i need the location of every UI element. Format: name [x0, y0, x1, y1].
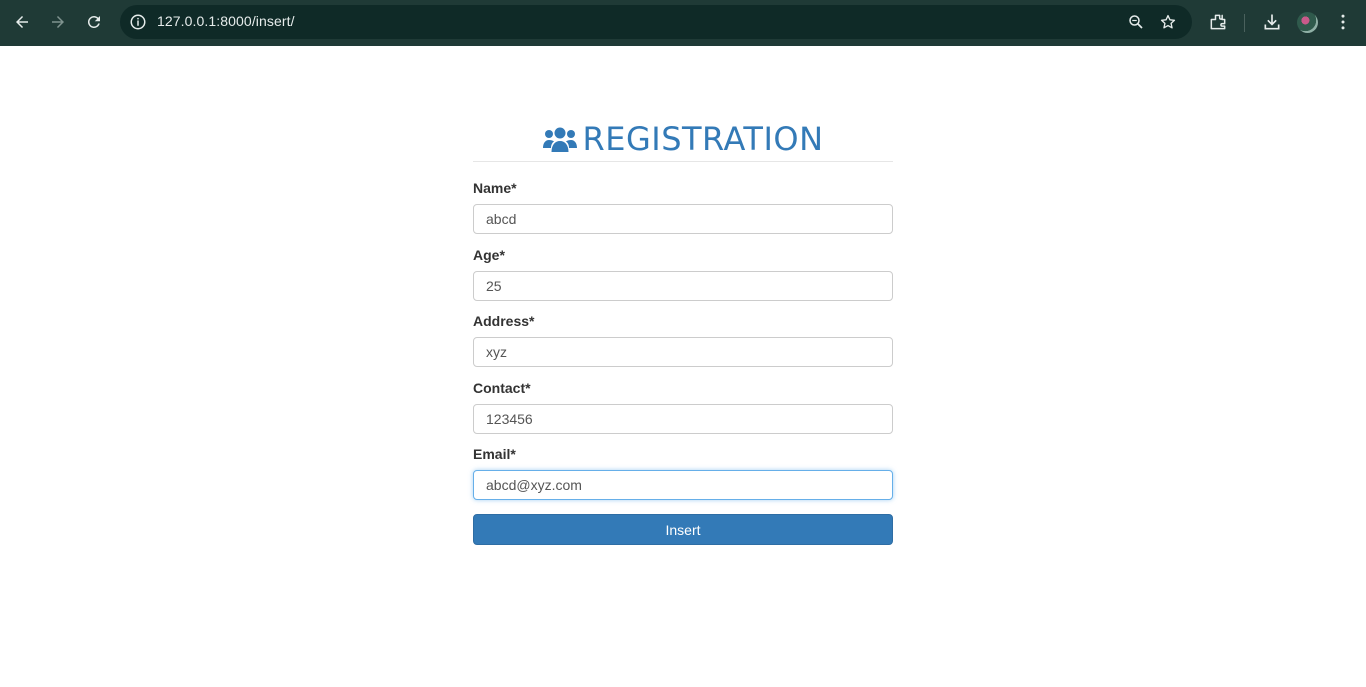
insert-button[interactable]: Insert: [473, 514, 893, 545]
contact-input[interactable]: [473, 404, 893, 434]
contact-label: Contact*: [473, 380, 531, 396]
reload-icon: [87, 15, 100, 28]
back-button[interactable]: [7, 7, 37, 37]
age-input[interactable]: [473, 271, 893, 301]
age-label: Age*: [473, 247, 505, 263]
email-input[interactable]: [473, 470, 893, 500]
menu-button[interactable]: [1333, 12, 1353, 32]
reload-button[interactable]: [79, 7, 109, 37]
name-group: Name*: [473, 180, 893, 234]
name-label: Name*: [473, 180, 517, 196]
zoom-icon[interactable]: [1127, 13, 1145, 31]
age-group: Age*: [473, 247, 893, 301]
download-icon: [1264, 14, 1280, 30]
address-input[interactable]: [473, 337, 893, 367]
form-heading: REGISTRATION: [473, 116, 893, 162]
address-bar[interactable]: 127.0.0.1:8000/insert/: [120, 5, 1192, 39]
extensions-button[interactable]: [1208, 12, 1228, 32]
downloads-button[interactable]: [1262, 12, 1282, 32]
kebab-menu-icon: [1341, 14, 1345, 30]
arrow-right-icon: [52, 16, 64, 28]
url-text: 127.0.0.1:8000/insert/: [157, 13, 295, 29]
page-title: REGISTRATION: [582, 119, 824, 158]
arrow-left-icon: [16, 16, 28, 28]
email-group: Email*: [473, 446, 893, 500]
name-input[interactable]: [473, 204, 893, 234]
toolbar-divider: [1244, 14, 1245, 32]
registration-form: REGISTRATION Name* Age* Address* Contact…: [473, 116, 893, 545]
users-icon: [542, 127, 577, 152]
site-info-icon[interactable]: [129, 13, 147, 31]
email-label: Email*: [473, 446, 516, 462]
contact-group: Contact*: [473, 380, 893, 434]
browser-toolbar: 127.0.0.1:8000/insert/: [0, 0, 1366, 46]
profile-avatar[interactable]: [1297, 12, 1318, 33]
address-label: Address*: [473, 313, 535, 329]
puzzle-icon: [1210, 14, 1226, 30]
forward-button[interactable]: [43, 7, 73, 37]
address-group: Address*: [473, 313, 893, 367]
bookmark-star-icon[interactable]: [1159, 13, 1177, 31]
